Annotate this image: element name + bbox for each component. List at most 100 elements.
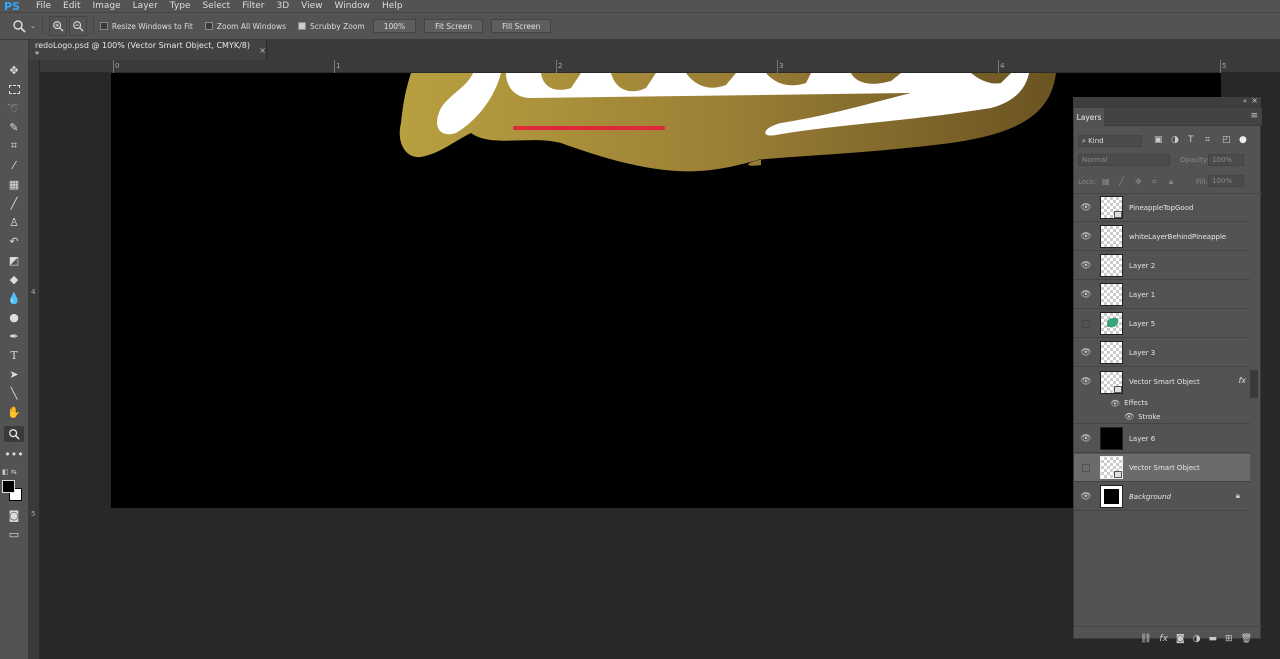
zoom-all-checkbox[interactable]	[204, 22, 213, 30]
collapse-icon[interactable]: «	[1243, 97, 1247, 105]
effects-row[interactable]: 👁︎ Effects	[1074, 396, 1250, 410]
visibility-toggle[interactable]: 👁︎	[1074, 377, 1098, 387]
fill-field[interactable]: 100%	[1208, 175, 1244, 187]
layer-row[interactable]: 👁︎ Layer 3	[1074, 339, 1250, 367]
layer-row[interactable]: 👁︎ Layer 1	[1074, 281, 1250, 309]
type-tool[interactable]: T	[4, 347, 24, 363]
history-brush-tool[interactable]: ↶	[4, 233, 24, 249]
layer-filter-select[interactable]: ⌕ Kind	[1078, 135, 1142, 147]
filter-adjustment-icon[interactable]: ◑	[1171, 135, 1179, 145]
new-adjustment-icon[interactable]: ◑	[1193, 634, 1201, 644]
crop-tool[interactable]: ⌗	[4, 138, 24, 154]
paint-bucket-tool[interactable]: ◆	[4, 271, 24, 287]
blend-mode-select[interactable]: Normal	[1078, 154, 1170, 166]
layers-scrollbar[interactable]	[1250, 370, 1258, 398]
fit-screen-button[interactable]: Fit Screen	[424, 19, 484, 33]
filter-toggle-icon[interactable]: ●	[1239, 135, 1247, 145]
add-mask-icon[interactable]: ◙	[1176, 634, 1185, 644]
visibility-toggle[interactable]: 👁︎	[1074, 203, 1098, 213]
menu-help[interactable]: Help	[376, 1, 409, 11]
menu-edit[interactable]: Edit	[57, 1, 86, 11]
horizontal-ruler[interactable]: 0 1 2 3 4 5	[40, 60, 1280, 73]
close-icon[interactable]: ×	[1251, 96, 1258, 105]
foreground-color-swatch[interactable]	[2, 480, 15, 493]
zoom-value-field[interactable]: 100%	[372, 19, 417, 33]
scrubby-zoom-checkbox[interactable]	[298, 22, 307, 30]
layer-row[interactable]: 👁︎ whiteLayerBehindPineapple	[1074, 223, 1250, 251]
hand-tool[interactable]: ✋	[4, 404, 24, 420]
layer-row[interactable]: 👁︎ Background 🔒︎	[1074, 483, 1250, 511]
fill-screen-button[interactable]: Fill Screen	[491, 19, 552, 33]
zoom-tool-preset[interactable]	[8, 16, 30, 36]
filter-pixel-icon[interactable]: ▣	[1154, 135, 1163, 145]
visibility-toggle[interactable]: 👁︎	[1074, 492, 1098, 502]
filter-shape-icon[interactable]: ⌗	[1205, 135, 1210, 145]
layer-row[interactable]: Layer 5	[1074, 310, 1250, 338]
quick-mask-button[interactable]: ◙	[4, 507, 24, 523]
menu-image[interactable]: Image	[86, 1, 126, 11]
filter-smart-object-icon[interactable]: ◰	[1222, 135, 1231, 145]
chevron-down-icon[interactable]: ⌄	[30, 22, 36, 30]
pen-tool[interactable]: ✒	[4, 328, 24, 344]
quick-select-tool[interactable]: ✎	[4, 119, 24, 135]
eraser-tool[interactable]: ◩	[4, 252, 24, 268]
tab-layers[interactable]: Layers	[1074, 108, 1104, 126]
lock-position-icon[interactable]: ✥	[1135, 177, 1142, 186]
path-select-tool[interactable]: ➤	[4, 366, 24, 382]
panel-menu-icon[interactable]: ≡	[1250, 111, 1258, 121]
document-tab[interactable]: redoLogo.psd @ 100% (Vector Smart Object…	[29, 40, 267, 60]
add-style-icon[interactable]: fx	[1159, 634, 1168, 644]
visibility-toggle[interactable]: 👁︎	[1074, 434, 1098, 444]
link-layers-icon[interactable]: ⛓︎	[1140, 634, 1151, 644]
visibility-toggle[interactable]	[1074, 319, 1098, 328]
layer-row[interactable]: 👁︎ Layer 2	[1074, 252, 1250, 280]
more-tools-button[interactable]: •••	[4, 446, 24, 462]
trash-icon[interactable]: 🗑︎	[1241, 634, 1252, 644]
zoom-out-button[interactable]	[68, 16, 87, 36]
zoom-tool[interactable]	[4, 426, 24, 442]
vertical-ruler[interactable]: 4 5	[29, 60, 40, 659]
fx-indicator[interactable]: fx	[1238, 376, 1246, 385]
menu-select[interactable]: Select	[196, 1, 236, 11]
lasso-tool[interactable]: ➰	[4, 100, 24, 116]
menu-type[interactable]: Type	[164, 1, 197, 11]
resize-windows-checkbox[interactable]	[99, 22, 108, 30]
menu-view[interactable]: View	[295, 1, 328, 11]
layer-row[interactable]: 👁︎ Vector Smart Object fx	[1074, 368, 1250, 396]
menu-3d[interactable]: 3D	[271, 1, 296, 11]
brush-tool[interactable]: ╱	[4, 195, 24, 211]
visibility-toggle[interactable]: 👁︎	[1074, 290, 1098, 300]
opacity-field[interactable]: 100%	[1208, 154, 1244, 166]
visibility-toggle[interactable]: 👁︎	[1074, 261, 1098, 271]
new-layer-icon[interactable]: ⊞	[1225, 634, 1233, 644]
visibility-toggle[interactable]: 👁︎	[1074, 348, 1098, 358]
clone-stamp-tool[interactable]: ♙	[4, 214, 24, 230]
layer-row[interactable]: 👁︎ PineappleTopGood	[1074, 194, 1250, 222]
move-tool[interactable]: ✥	[4, 62, 24, 78]
marquee-tool[interactable]	[4, 81, 24, 97]
visibility-toggle[interactable]: 👁︎	[1074, 232, 1098, 242]
document-canvas[interactable]	[111, 73, 1221, 508]
lock-artboard-icon[interactable]: ⌗	[1152, 177, 1157, 187]
line-tool[interactable]: ╲	[4, 385, 24, 401]
swap-colors[interactable]: ◧ ⇆	[2, 468, 26, 478]
healing-tool[interactable]: ▦	[4, 176, 24, 192]
blur-tool[interactable]: 💧	[4, 290, 24, 306]
lock-all-icon[interactable]: 🔒︎	[1169, 177, 1173, 187]
zoom-in-button[interactable]	[48, 16, 67, 36]
layer-row-selected[interactable]: Vector Smart Object	[1074, 454, 1250, 482]
layer-row[interactable]: 👁︎ Layer 6	[1074, 425, 1250, 453]
new-group-icon[interactable]: ▬	[1209, 634, 1218, 644]
layers-panel-titlebar[interactable]: « ×	[1073, 96, 1261, 107]
eyedropper-tool[interactable]: ⁄	[4, 157, 24, 173]
lock-brush-icon[interactable]: ╱	[1119, 177, 1124, 186]
menu-layer[interactable]: Layer	[127, 1, 164, 11]
dodge-tool[interactable]: ●	[4, 309, 24, 325]
menu-filter[interactable]: Filter	[236, 1, 270, 11]
filter-type-icon[interactable]: T	[1188, 135, 1194, 145]
screen-mode-button[interactable]: ▭	[4, 526, 24, 542]
close-icon[interactable]: ×	[259, 46, 266, 55]
menu-file[interactable]: File	[30, 1, 57, 11]
menu-window[interactable]: Window	[329, 1, 377, 11]
visibility-toggle[interactable]	[1074, 463, 1098, 472]
